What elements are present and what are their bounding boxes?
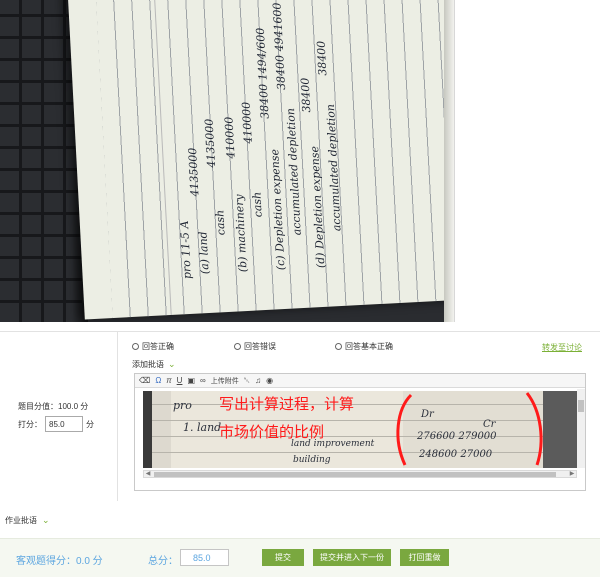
grading-panel: 题目分值：100.0 分 打分： 分 回答正确 回答错误 回答基本正确	[0, 331, 600, 501]
page-edge	[444, 0, 454, 322]
hw-line-d: (d) Depletion expense	[308, 145, 328, 269]
verdict-label: 回答基本正确	[345, 342, 393, 351]
score-input[interactable]	[45, 416, 83, 432]
clip-hw-v1: 276600 279000	[417, 431, 497, 442]
hw-line-c-credit: accumulated depletion	[284, 107, 304, 236]
hw-line-b-credit: cash	[250, 191, 265, 218]
total-score-label: 总分：	[148, 556, 178, 567]
submit-next-button[interactable]: 提交并进入下一份	[313, 549, 391, 566]
notebook-page: pro 11-5 A (a) land 4135000 cash 4135000…	[66, 0, 454, 320]
clip-hw-line3: building	[293, 455, 331, 465]
clip-hw-dr: Dr	[421, 409, 434, 420]
add-comment-label: 添加批语	[132, 360, 164, 369]
hw-line-a-credit: cash	[213, 209, 228, 236]
verdict-label: 回答错误	[244, 342, 276, 351]
submission-photo: pro 11-5 A (a) land 4135000 cash 4135000…	[0, 0, 455, 322]
scroll-right-icon[interactable]: ▶	[568, 471, 576, 477]
homework-comment-toggle[interactable]: 作业批语 ⌄	[5, 515, 50, 526]
hw-line-a-credit-value: 4135000	[202, 118, 219, 169]
music-icon[interactable]: ♫	[255, 375, 261, 386]
radio-circle-icon	[335, 343, 342, 350]
vertical-scrollbar[interactable]	[577, 389, 585, 468]
underline-icon[interactable]: U	[177, 375, 183, 386]
comment-editor[interactable]: ⌫ Ω π U ▣ ∞ 上传附件 ␀ ♫ ◉ pro 1. land land …	[134, 373, 586, 491]
full-score-text: 题目分值：100.0 分	[18, 402, 89, 411]
radio-circle-icon	[234, 343, 241, 350]
score-column: 题目分值：100.0 分 打分： 分	[0, 332, 118, 501]
math-formula-icon[interactable]: π	[166, 375, 171, 386]
score-row: 打分： 分	[18, 416, 94, 432]
annotated-image: pro 1. land land improvement building Dr…	[143, 391, 577, 468]
red-annotation-line2: 市场价值的比例	[219, 423, 325, 441]
clip-hw-v2: 248600 27000	[419, 449, 493, 460]
hw-title: pro 11-5 A	[177, 220, 194, 280]
special-char-icon[interactable]: Ω	[155, 375, 161, 386]
hw-line-b: (b) machinery	[232, 193, 250, 273]
comment-area: 回答正确 回答错误 回答基本正确 转发至讨论 添加批语 ⌄ ⌫ Ω π U ▣ …	[118, 332, 600, 501]
hw-line-b-value: 410000	[222, 116, 238, 159]
grading-page: pro 11-5 A (a) land 4135000 cash 4135000…	[0, 0, 600, 577]
editor-toolbar: ⌫ Ω π U ▣ ∞ 上传附件 ␀ ♫ ◉	[135, 374, 585, 388]
scrollbar-thumb[interactable]	[154, 472, 556, 477]
upload-attachment-button[interactable]: 上传附件	[211, 375, 239, 386]
hw-line-d-credit: accumulated depletion	[323, 103, 344, 232]
footer-bar: 客观题得分：0.0 分 总分： 提交 提交并进入下一份 打回重做	[0, 538, 600, 577]
hw-line-a: (a) land	[196, 231, 212, 275]
verdict-options: 回答正确 回答错误 回答基本正确	[132, 341, 592, 353]
hw-line-b-credit-value: 410000	[239, 101, 255, 145]
scroll-left-icon[interactable]: ◀	[144, 471, 152, 477]
verdict-label: 回答正确	[142, 342, 174, 351]
total-score-input[interactable]	[180, 549, 229, 566]
verdict-wrong-radio[interactable]: 回答错误	[234, 341, 276, 352]
red-annotation-line1: 写出计算过程，计算	[219, 395, 355, 413]
microphone-icon[interactable]: ␀	[244, 375, 250, 386]
handwritten-answer: pro 11-5 A (a) land 4135000 cash 4135000…	[165, 0, 420, 279]
objective-score-text: 客观题得分：0.0 分	[16, 556, 103, 567]
score-unit: 分	[86, 419, 94, 429]
link-icon[interactable]: ∞	[200, 375, 206, 386]
chevron-down-icon: ⌄	[168, 359, 176, 369]
camera-icon[interactable]: ◉	[266, 375, 273, 386]
forward-to-discussion-link[interactable]: 转发至讨论	[542, 342, 582, 353]
hw-line-d-value: 38400	[298, 77, 314, 113]
hw-line-c-credit-value: 38400 4941600	[270, 2, 289, 91]
editor-content[interactable]: pro 1. land land improvement building Dr…	[135, 389, 585, 490]
radio-circle-icon	[132, 343, 139, 350]
add-comment-toggle[interactable]: 添加批语 ⌄	[132, 359, 176, 370]
horizontal-scrollbar[interactable]: ◀ ▶	[143, 470, 577, 478]
hw-line-d-credit-value: 38400	[314, 40, 330, 77]
hw-line-a-value: 4135000	[186, 147, 202, 197]
verdict-correct-radio[interactable]: 回答正确	[132, 341, 174, 352]
clip-hw-line1: 1. land	[183, 421, 222, 434]
submit-button[interactable]: 提交	[262, 549, 304, 566]
eraser-icon[interactable]: ⌫	[139, 375, 150, 386]
hw-line-c-value: 38400 1494/600	[253, 27, 272, 120]
homework-comment-label: 作业批语	[5, 516, 37, 525]
image-icon[interactable]: ▣	[187, 375, 195, 386]
scrollbar-thumb[interactable]	[578, 400, 584, 412]
chevron-down-icon: ⌄	[42, 515, 50, 525]
return-redo-button[interactable]: 打回重做	[400, 549, 449, 566]
hw-line-c: (c) Depletion expense	[268, 148, 288, 271]
clip-hw-pro: pro	[173, 399, 192, 412]
verdict-mostly-correct-radio[interactable]: 回答基本正确	[335, 341, 393, 352]
score-label: 打分：	[18, 419, 42, 429]
clip-hw-cr: Cr	[483, 419, 496, 430]
